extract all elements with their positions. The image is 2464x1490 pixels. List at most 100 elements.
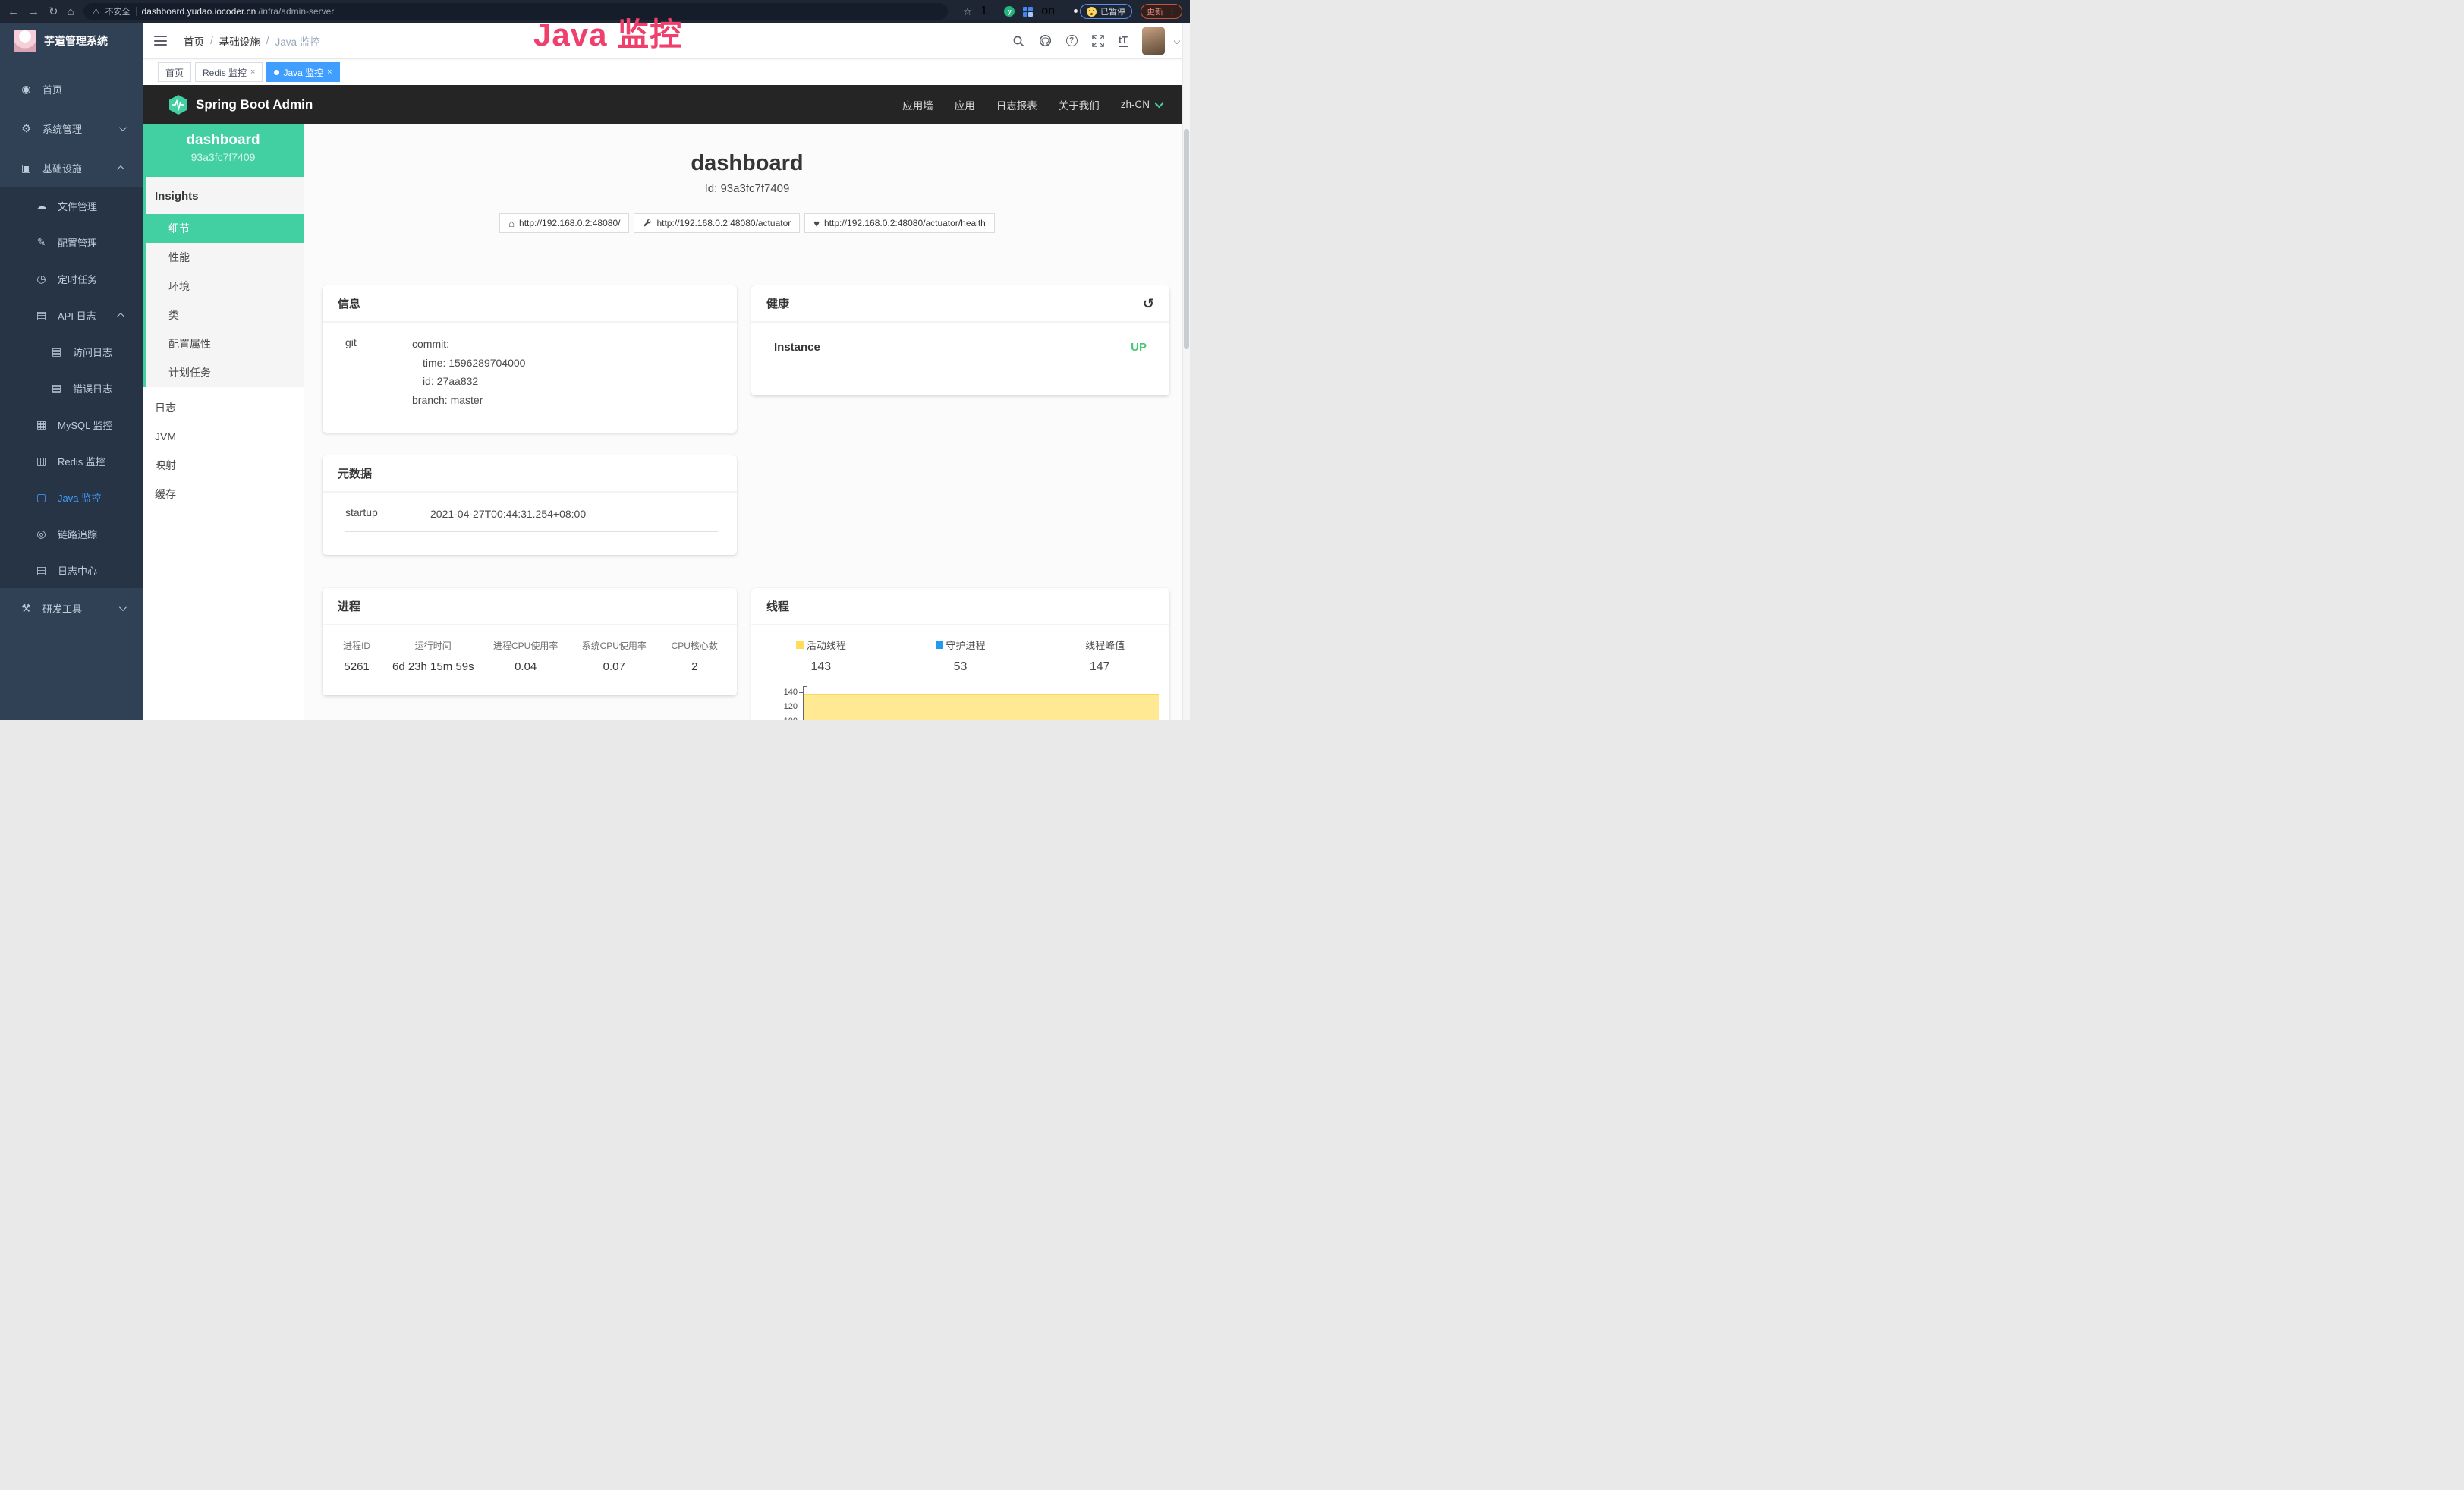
sba-menu-caches[interactable]: 缓存 (143, 480, 304, 509)
info-key: git (345, 335, 412, 409)
profile-paused-chip[interactable]: 已暂停 (1080, 4, 1132, 19)
status-badge: UP (1131, 341, 1147, 354)
actuator-url-link[interactable]: http://192.168.0.2:48080/actuator (634, 213, 800, 233)
active-dot-icon (274, 70, 279, 75)
browser-forward-icon[interactable]: → (28, 6, 39, 17)
sidebar-item-tracing[interactable]: ◎ 链路追踪 (0, 515, 143, 552)
sidebar-item-home[interactable]: ◉ 首页 (0, 69, 143, 109)
cpu-cores: 2 (659, 660, 731, 673)
sba-brand[interactable]: Spring Boot Admin (168, 94, 313, 115)
language-selector[interactable]: zh-CN (1121, 99, 1161, 110)
wrench-icon (643, 219, 652, 228)
edit-icon: ✎ (35, 236, 48, 249)
sba-menu-jvm[interactable]: JVM (143, 422, 304, 451)
sidebar-item-api-log[interactable]: ▤ API 日志 (0, 297, 143, 333)
log-icon: ▤ (35, 564, 48, 577)
user-avatar[interactable] (1142, 27, 1165, 55)
sba-menu-metrics[interactable]: 性能 (146, 243, 304, 272)
url-path: /infra/admin-server (258, 6, 334, 17)
history-icon[interactable]: ↺ (1143, 297, 1154, 310)
sba-menu-environment[interactable]: 环境 (146, 272, 304, 301)
close-icon[interactable]: × (250, 68, 255, 77)
database-icon: ▦ (35, 418, 48, 431)
insights-section: Insights 细节 性能 环境 类 配置属性 计划任务 (143, 177, 304, 387)
sidebar-item-redis-monitor[interactable]: ▥ Redis 监控 (0, 443, 143, 479)
extension-icon-5[interactable]: on (1041, 5, 1055, 18)
bookmark-star-icon[interactable]: ☆ (963, 5, 973, 18)
help-icon[interactable]: ? (1066, 35, 1078, 46)
extension-icon-3[interactable]: y (1004, 6, 1015, 17)
sba-menu-logs[interactable]: 日志 (143, 393, 304, 422)
sidebar-item-infra[interactable]: ▣ 基础设施 (0, 148, 143, 187)
sidebar-item-dev-tools[interactable]: ⚒ 研发工具 (0, 588, 143, 628)
sba-navbar: Spring Boot Admin 应用墙 应用 日志报表 关于我们 zh-CN (143, 85, 1190, 124)
cloud-icon: ☁ (35, 200, 48, 213)
sidebar-item-file-mgmt[interactable]: ☁ 文件管理 (0, 187, 143, 224)
tag-redis-monitor[interactable]: Redis 监控 × (195, 62, 263, 82)
dashboard-icon: ◉ (20, 83, 33, 96)
tag-home[interactable]: 首页 (158, 62, 191, 82)
sba-nav-applications[interactable]: 应用 (955, 97, 975, 112)
address-bar[interactable]: ⚠ 不安全 dashboard.yudao.iocoder.cn /infra/… (83, 3, 948, 20)
sba-nav-about[interactable]: 关于我们 (1059, 97, 1100, 112)
health-instance-row[interactable]: Instance UP (774, 323, 1147, 364)
sidebar-item-java-monitor[interactable]: ▢ Java 监控 (0, 479, 143, 515)
scrollbar-thumb[interactable] (1184, 129, 1189, 349)
breadcrumb-home[interactable]: 首页 (184, 33, 204, 49)
warning-icon: ⚠ (93, 7, 100, 17)
sidebar-item-scheduled-jobs[interactable]: ◷ 定时任务 (0, 260, 143, 297)
live-threads-value: 143 (751, 660, 891, 674)
sidebar-item-config-mgmt[interactable]: ✎ 配置管理 (0, 224, 143, 260)
app-logo (14, 30, 36, 52)
extension-icon-1[interactable]: 1 (980, 5, 987, 18)
search-icon[interactable] (1012, 35, 1024, 47)
breadcrumb-infra[interactable]: 基础设施 (219, 33, 260, 49)
user-menu-caret-icon[interactable] (1174, 37, 1180, 43)
health-url-link[interactable]: ♥ http://192.168.0.2:48080/actuator/heal… (804, 213, 995, 233)
infra-submenu: ☁ 文件管理 ✎ 配置管理 ◷ 定时任务 ▤ API 日志 ▤ (0, 187, 143, 588)
sba-logo-icon (168, 94, 188, 115)
extension-icon-4[interactable] (1023, 7, 1033, 17)
breadcrumb-current: Java 监控 (275, 33, 320, 49)
legend-swatch-yellow (796, 641, 804, 649)
font-size-icon[interactable]: tT (1119, 35, 1128, 47)
sba-menu-classes[interactable]: 类 (146, 301, 304, 329)
close-icon[interactable]: × (327, 68, 332, 77)
sidebar-item-mysql-monitor[interactable]: ▦ MySQL 监控 (0, 406, 143, 443)
threads-card: 线程 活动线程 143 守护进程 53 线程峰值 147 140 120 (751, 588, 1169, 720)
sidebar-item-log-center[interactable]: ▤ 日志中心 (0, 552, 143, 588)
browser-home-icon[interactable]: ⌂ (68, 6, 74, 17)
sidebar-toggle-icon[interactable] (154, 36, 167, 46)
tag-java-monitor[interactable]: Java 监控 × (266, 62, 339, 82)
sba-brand-name: Spring Boot Admin (196, 97, 313, 112)
tags-view-bar: 首页 Redis 监控 × Java 监控 × (143, 58, 1190, 85)
browser-reload-icon[interactable]: ↻ (49, 6, 58, 17)
chevron-down-icon (119, 124, 127, 131)
github-icon[interactable] (1039, 34, 1052, 47)
metadata-value: 2021-04-27T00:44:31.254+08:00 (430, 505, 586, 524)
sba-nav-wallboard[interactable]: 应用墙 (902, 97, 933, 112)
browser-update-button[interactable]: 更新 ⋮ (1141, 4, 1182, 19)
sba-nav-journal[interactable]: 日志报表 (996, 97, 1037, 112)
tools-icon: ⚒ (20, 602, 33, 615)
sba-menu-others: 日志 JVM 映射 缓存 (143, 393, 304, 509)
sidebar-item-access-log[interactable]: ▤ 访问日志 (0, 333, 143, 370)
threads-legend: 活动线程 143 守护进程 53 线程峰值 147 (751, 638, 1169, 674)
update-label: 更新 (1147, 5, 1163, 17)
browser-back-icon[interactable]: ← (8, 6, 19, 17)
sba-menu-scheduled-tasks[interactable]: 计划任务 (146, 358, 304, 387)
process-card-title: 进程 (323, 588, 737, 625)
fullscreen-icon[interactable] (1092, 35, 1104, 47)
sba-menu-mappings[interactable]: 映射 (143, 451, 304, 480)
sba-menu-config-props[interactable]: 配置属性 (146, 329, 304, 358)
browser-menu-icon[interactable]: ⋮ (1168, 7, 1176, 17)
sba-menu-details[interactable]: 细节 (146, 214, 304, 243)
paused-label: 已暂停 (1100, 5, 1125, 17)
page-scrollbar[interactable] (1182, 23, 1190, 720)
sidebar-item-system[interactable]: ⚙ 系统管理 (0, 109, 143, 148)
service-url-link[interactable]: ⌂ http://192.168.0.2:48080/ (499, 213, 629, 233)
app-logo-row[interactable]: 芋道管理系统 (0, 23, 143, 58)
sidebar-item-error-log[interactable]: ▤ 错误日志 (0, 370, 143, 406)
metadata-key: startup (345, 505, 430, 524)
emoji-face-icon (1087, 7, 1097, 17)
